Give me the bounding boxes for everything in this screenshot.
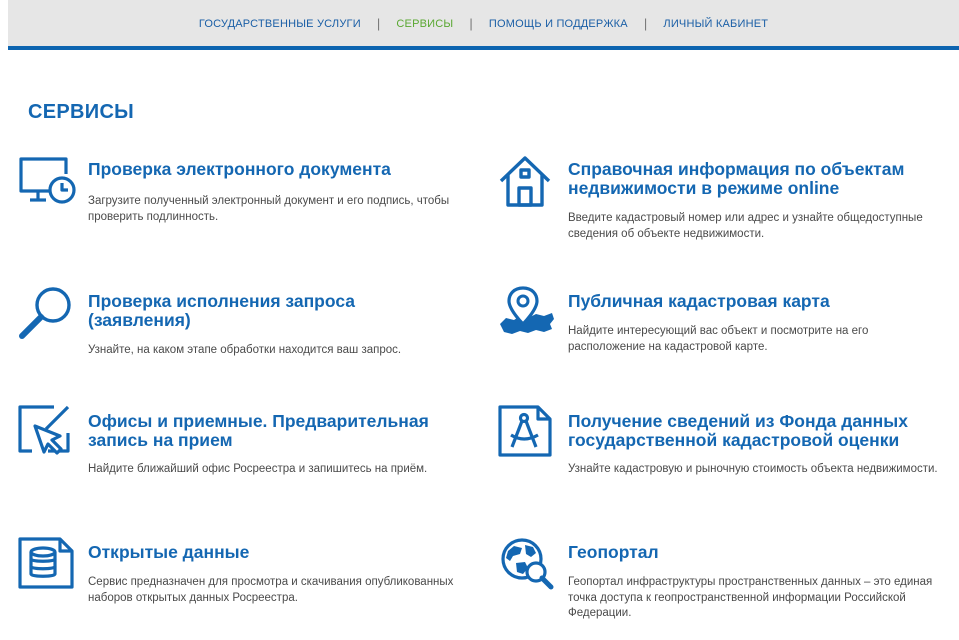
nav-item-help[interactable]: ПОМОЩЬ И ПОДДЕРЖКА [473, 18, 644, 30]
service-title[interactable]: Справочная информация по объектам недвиж… [568, 160, 938, 198]
service-title[interactable]: Публичная кадастровая карта [568, 292, 938, 311]
service-offices: Офисы и приемные. Предварительная запись… [18, 405, 458, 485]
nav-item-gov-services[interactable]: ГОСУДАРСТВЕННЫЕ УСЛУГИ [183, 18, 377, 30]
database-document-icon[interactable] [18, 537, 76, 595]
cursor-arrow-icon[interactable] [18, 405, 76, 463]
map-pin-icon[interactable] [498, 286, 556, 344]
service-realty-info: Справочная информация по объектам недвиж… [498, 154, 938, 244]
service-title[interactable]: Офисы и приемные. Предварительная запись… [88, 412, 458, 450]
service-doc-check: Проверка электронного документа Загрузит… [18, 154, 458, 244]
service-request-status: Проверка исполнения запроса (заявления) … [18, 286, 458, 366]
globe-magnifier-icon[interactable] [498, 537, 556, 595]
service-description: Найдите ближайший офис Росреестра и запи… [88, 463, 428, 475]
service-cadastral-map: Публичная кадастровая карта Найдите инте… [498, 286, 938, 366]
compass-document-icon[interactable] [498, 405, 556, 463]
top-nav-links: ГОСУДАРСТВЕННЫЕ УСЛУГИ | СЕРВИСЫ | ПОМОЩ… [8, 16, 959, 31]
service-geoportal: Геопортал Геопортал инфраструктуры прост… [498, 537, 938, 627]
house-icon[interactable] [498, 154, 556, 212]
service-description: Найдите интересующий вас объект и посмот… [568, 325, 869, 353]
service-description: Узнайте, на каком этапе обработки находи… [88, 344, 402, 356]
service-title[interactable]: Геопортал [568, 543, 938, 562]
service-description: Загрузите полученный электронный докумен… [88, 195, 450, 223]
service-description: Узнайте кадастровую и рыночную стоимость… [568, 463, 938, 475]
service-title[interactable]: Проверка электронного документа [88, 160, 458, 179]
service-valuation-fund: Получение сведений из Фонда данных госуд… [498, 405, 938, 495]
service-description: Сервис предназначен для просмотра и скач… [88, 576, 454, 604]
nav-item-account[interactable]: ЛИЧНЫЙ КАБИНЕТ [647, 18, 784, 30]
service-title[interactable]: Проверка исполнения запроса (заявления) [88, 292, 458, 330]
page-title: СЕРВИСЫ [28, 101, 135, 123]
service-title[interactable]: Открытые данные [88, 543, 458, 562]
service-title[interactable]: Получение сведений из Фонда данных госуд… [568, 412, 938, 450]
service-description: Геопортал инфраструктуры пространственны… [568, 576, 933, 619]
top-navigation: ГОСУДАРСТВЕННЫЕ УСЛУГИ | СЕРВИСЫ | ПОМОЩ… [8, 0, 959, 50]
monitor-clock-icon[interactable] [18, 154, 76, 212]
nav-item-services[interactable]: СЕРВИСЫ [380, 18, 469, 30]
magnifier-icon[interactable] [18, 286, 76, 344]
service-open-data: Открытые данные Сервис предназначен для … [18, 537, 458, 617]
service-description: Введите кадастровый номер или адрес и уз… [568, 212, 923, 240]
